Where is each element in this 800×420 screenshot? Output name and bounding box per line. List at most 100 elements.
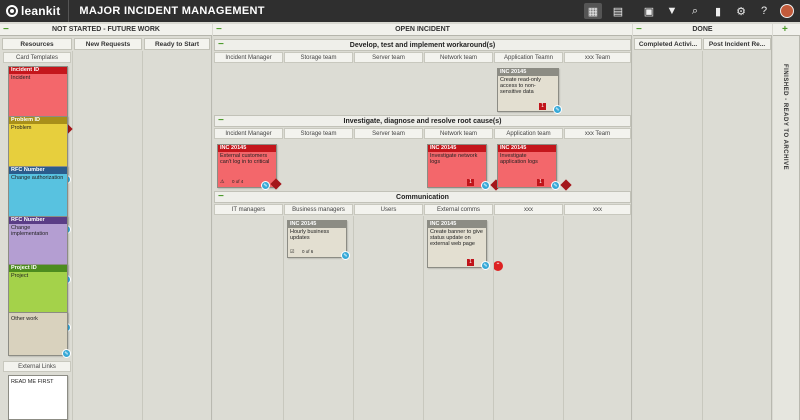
group-root-cause-header[interactable]: − Investigate, diagnose and resolve root… <box>214 115 631 127</box>
col-header[interactable]: Storage team <box>284 52 353 63</box>
template-card-other-work[interactable]: Other work ✎ <box>8 312 71 358</box>
col-header[interactable]: xxx <box>564 204 631 215</box>
tag-icon[interactable]: ✎ <box>551 181 560 190</box>
col-label: Network team <box>439 54 477 61</box>
card-id: INC 20145 <box>218 145 276 152</box>
tag-icon[interactable]: ✎ <box>261 181 270 190</box>
col-label: Server team <box>372 130 405 137</box>
logo-text: leankit <box>21 4 61 18</box>
col-label: New Requests <box>85 40 131 48</box>
col-resources[interactable]: Resources <box>2 38 72 50</box>
col-header[interactable]: Server team <box>354 128 423 139</box>
top-bar: leankit MAJOR INCIDENT MANAGEMENT ▦ ▤ ▣ … <box>0 0 800 22</box>
col-header[interactable]: xxx Team <box>564 128 631 139</box>
card-id: Project ID <box>9 265 67 272</box>
col-header[interactable]: xxx <box>494 204 563 215</box>
collapse-icon[interactable]: − <box>218 116 224 126</box>
card-workaround-app[interactable]: INC 20145 Create read-only access to non… <box>497 68 562 114</box>
col-header[interactable]: External comms <box>424 204 493 215</box>
card-id: INC 20145 <box>498 145 556 152</box>
lane-done-header[interactable]: − DONE <box>633 24 772 36</box>
collapse-icon[interactable]: − <box>3 24 9 35</box>
label: Card Templates <box>16 54 58 61</box>
tag-icon[interactable]: ✎ <box>481 181 490 190</box>
card-text: Incident <box>11 75 31 81</box>
card-text: Problem <box>11 125 32 131</box>
col-label: Incident Manager <box>225 130 272 137</box>
leankit-logo-icon <box>6 5 18 17</box>
board-view-icon[interactable]: ▦ <box>584 3 602 19</box>
col-ready-to-start[interactable]: Ready to Start <box>144 38 210 50</box>
col-divider <box>72 51 73 420</box>
tag-icon[interactable]: ✎ <box>62 349 71 358</box>
card-id: RFC Number <box>9 217 67 224</box>
group-communication-header[interactable]: − Communication <box>214 191 631 203</box>
lane-open-incident-header[interactable]: − OPEN INCIDENT <box>213 24 632 36</box>
collapse-icon[interactable]: − <box>636 24 642 35</box>
blocker-badge: 1 <box>537 179 544 186</box>
col-label: Application team <box>506 130 551 137</box>
col-header[interactable]: Network team <box>424 52 493 63</box>
card-root-application[interactable]: INC 20145 Investigate application logs 1… <box>497 144 572 191</box>
col-label: xxx <box>593 206 602 213</box>
card-root-incident-manager[interactable]: INC 20145 External customers can't log i… <box>217 144 282 190</box>
group-workaround-header[interactable]: − Develop, test and implement workaround… <box>214 39 631 51</box>
col-header[interactable]: Users <box>354 204 423 215</box>
report-icon[interactable]: ▣ <box>642 4 656 18</box>
col-header[interactable]: xxx Team <box>564 52 631 63</box>
collapse-icon[interactable]: − <box>218 40 224 50</box>
readme-card[interactable]: READ ME FIRST <box>8 375 68 420</box>
expand-icon[interactable]: + <box>782 24 788 35</box>
settings-icon[interactable]: ⚙ <box>734 4 748 18</box>
lane-archive-header[interactable]: + <box>773 24 800 36</box>
col-header[interactable]: Business managers <box>284 204 353 215</box>
col-header[interactable]: IT managers <box>214 204 283 215</box>
col-header[interactable]: Application team <box>494 128 563 139</box>
tag-icon[interactable]: ✎ <box>553 105 562 114</box>
col-header[interactable]: Storage team <box>284 128 353 139</box>
card-root-network[interactable]: INC 20145 Investigate network logs 1 ✎ <box>427 144 502 191</box>
col-header[interactable]: Incident Manager <box>214 128 283 139</box>
warning-icon: ⚠ <box>220 179 225 185</box>
col-header[interactable]: Server team <box>354 52 423 63</box>
filter-icon[interactable]: ▼ <box>665 4 679 18</box>
search-icon[interactable]: ⌕ <box>688 4 702 18</box>
group-title: Investigate, diagnose and resolve root c… <box>343 117 502 125</box>
col-label: Ready to Start <box>154 40 200 48</box>
collapse-icon[interactable]: − <box>218 192 224 202</box>
col-label: External comms <box>436 206 480 213</box>
calendar-icon[interactable]: ▤ <box>611 4 625 18</box>
col-completed-activities[interactable]: Completed Activi... <box>634 38 702 50</box>
label: External Links <box>18 363 56 370</box>
card-id: Incident ID <box>9 67 67 74</box>
board-title: MAJOR INCIDENT MANAGEMENT <box>79 5 265 17</box>
card-id: INC 20145 <box>428 145 486 152</box>
col-divider <box>142 51 143 420</box>
card-text: Project <box>11 273 29 279</box>
communication-columns <box>214 216 631 420</box>
analytics-icon[interactable]: ▮ <box>711 4 725 18</box>
priority-icon <box>560 179 572 191</box>
leankit-logo[interactable]: leankit <box>0 0 70 22</box>
col-label: IT managers <box>231 206 266 213</box>
col-header[interactable]: Application Teamn <box>494 52 563 63</box>
card-text: Other work <box>11 316 38 322</box>
lane-title: DONE <box>692 26 713 33</box>
help-icon[interactable]: ? <box>757 4 771 18</box>
col-header[interactable]: Incident Manager <box>214 52 283 63</box>
user-avatar[interactable] <box>780 4 794 18</box>
col-header[interactable]: Network team <box>424 128 493 139</box>
col-label: Resources <box>20 40 54 48</box>
lane-not-started-header[interactable]: − NOT STARTED - FUTURE WORK <box>0 24 212 36</box>
progress-text: 0 of 4 <box>232 179 244 184</box>
col-label: Completed Activi... <box>638 40 698 48</box>
col-label: Post Incident Re... <box>708 40 766 48</box>
col-post-incident-review[interactable]: Post Incident Re... <box>703 38 771 50</box>
col-new-requests[interactable]: New Requests <box>74 38 142 50</box>
lane-not-started: − NOT STARTED - FUTURE WORK Resources Ne… <box>0 24 212 420</box>
col-divider <box>283 216 284 420</box>
card-templates-header: Card Templates <box>3 52 71 63</box>
card-id: INC 20145 <box>498 69 558 76</box>
collapse-icon[interactable]: − <box>216 24 222 35</box>
col-label: Incident Manager <box>225 54 272 61</box>
